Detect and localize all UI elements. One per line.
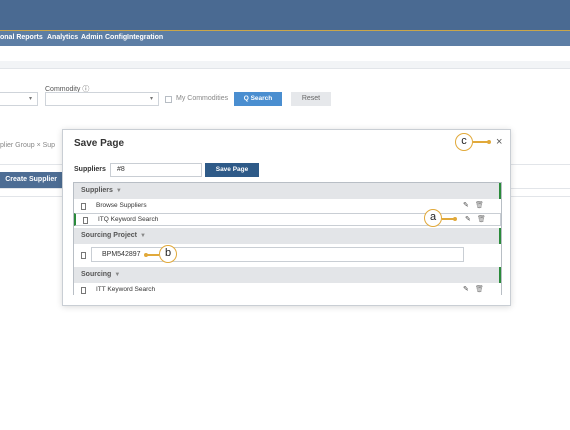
section-header-sourcing[interactable]: Sourcing ▼ <box>74 267 501 283</box>
page-name-input[interactable]: #8 <box>110 163 202 177</box>
list-item[interactable]: ITT Keyword Search ✎ 🗑 <box>74 284 501 297</box>
callout-c: c <box>455 133 473 151</box>
create-supplier-button[interactable]: Create Supplier <box>0 172 62 188</box>
my-commodities-checkbox[interactable] <box>165 96 172 103</box>
reset-button[interactable]: Reset <box>291 92 331 106</box>
chevron-down-icon: ▼ <box>114 272 121 278</box>
app-header-bar <box>0 0 570 30</box>
page-band <box>0 61 570 69</box>
main-nav-bar: onal Reports Analytics Admin Config Inte… <box>0 30 570 46</box>
nav-item-admin[interactable]: Admin <box>81 34 103 41</box>
edit-icon[interactable]: ✎ <box>465 215 471 223</box>
section-header-sourcing-project[interactable]: Sourcing Project ▼ <box>74 228 501 244</box>
nav-item-analytics[interactable]: Analytics <box>47 34 78 41</box>
list-item-label: Browse Suppliers <box>96 202 147 209</box>
nav-item-operational-reports[interactable]: onal Reports <box>0 34 43 41</box>
nav-item-config[interactable]: Config <box>105 34 127 41</box>
suppliers-field-label: Suppliers <box>74 166 106 173</box>
close-icon[interactable]: × <box>496 136 502 148</box>
search-button[interactable]: Q Search <box>234 92 282 106</box>
dialog-title: Save Page <box>74 138 125 149</box>
commodity-select[interactable]: ▾ <box>45 92 159 106</box>
save-page-button[interactable]: Save Page <box>205 163 259 177</box>
callout-a: a <box>424 209 442 227</box>
edit-icon[interactable]: ✎ <box>463 285 469 293</box>
document-icon <box>83 217 88 224</box>
section-header-suppliers[interactable]: Suppliers ▼ <box>74 183 501 199</box>
nav-item-integration[interactable]: Integration <box>127 34 163 41</box>
chevron-down-icon: ▾ <box>28 96 32 102</box>
filter-chip[interactable]: plier Group × Sup <box>0 142 55 149</box>
list-item-label: ITT Keyword Search <box>96 286 156 293</box>
callout-leader <box>473 141 488 143</box>
list-item-editing[interactable]: BPM542897 <box>74 245 501 266</box>
callout-dot <box>144 253 148 257</box>
callout-b: b <box>159 245 177 263</box>
edit-icon[interactable]: ✎ <box>463 201 469 209</box>
delete-icon[interactable]: 🗑 <box>477 215 486 223</box>
chevron-down-icon: ▼ <box>115 188 122 194</box>
my-commodities-label: My Commodities <box>176 95 229 102</box>
section-title: Sourcing <box>81 271 112 278</box>
saved-pages-list: Suppliers ▼ Browse Suppliers ✎ 🗑 ITQ Keyw… <box>73 182 502 297</box>
document-icon <box>81 203 86 210</box>
chevron-down-icon: ▼ <box>140 233 146 239</box>
delete-icon[interactable]: 🗑 <box>475 285 484 293</box>
delete-icon[interactable]: 🗑 <box>475 201 484 209</box>
list-item-label: ITQ Keyword Search <box>98 216 159 223</box>
document-icon <box>81 287 86 294</box>
callout-dot <box>487 140 491 144</box>
supplier-group-select[interactable]: ▾ <box>0 92 38 106</box>
chevron-down-icon: ▾ <box>149 96 153 102</box>
callout-dot <box>453 217 457 221</box>
section-title: Suppliers <box>81 187 113 194</box>
section-title: Sourcing Project <box>81 232 138 239</box>
document-icon <box>81 252 86 259</box>
